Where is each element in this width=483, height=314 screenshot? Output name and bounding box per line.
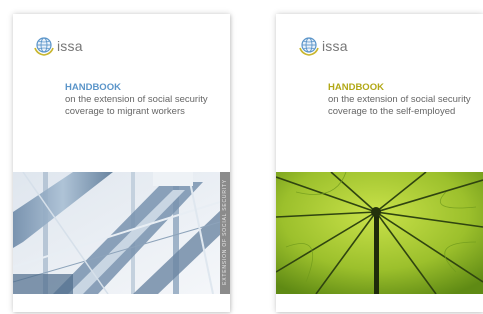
industrial-escalator-photo: EXTENSION OF SOCIAL SECURITY xyxy=(13,172,230,294)
green-umbrella-photo xyxy=(276,172,483,294)
cover-title: HANDBOOK on the extension of social secu… xyxy=(328,82,480,118)
subtitle-line-1: on the extension of social security xyxy=(328,94,471,105)
issa-logo: issa xyxy=(298,36,348,56)
spine-text: EXTENSION OF SOCIAL SECURITY xyxy=(222,179,228,285)
handbook-cover-migrant-workers[interactable]: issa HANDBOOK on the extension of social… xyxy=(13,14,230,312)
handbook-label: HANDBOOK xyxy=(65,82,121,93)
globe-icon xyxy=(299,37,319,56)
spine-strip: EXTENSION OF SOCIAL SECURITY xyxy=(220,172,230,294)
globe-icon xyxy=(34,37,54,56)
handbook-cover-self-employed[interactable]: issa HANDBOOK on the extension of social… xyxy=(276,14,483,312)
logo-text: issa xyxy=(322,38,348,54)
subtitle-line-2: coverage to the self-employed xyxy=(328,106,456,117)
cover-title: HANDBOOK on the extension of social secu… xyxy=(65,82,225,118)
handbook-label: HANDBOOK xyxy=(328,82,384,93)
subtitle-line-2: coverage to migrant workers xyxy=(65,106,185,117)
subtitle-line-1: on the extension of social security xyxy=(65,94,208,105)
logo-text: issa xyxy=(57,38,83,54)
issa-logo: issa xyxy=(33,36,83,56)
